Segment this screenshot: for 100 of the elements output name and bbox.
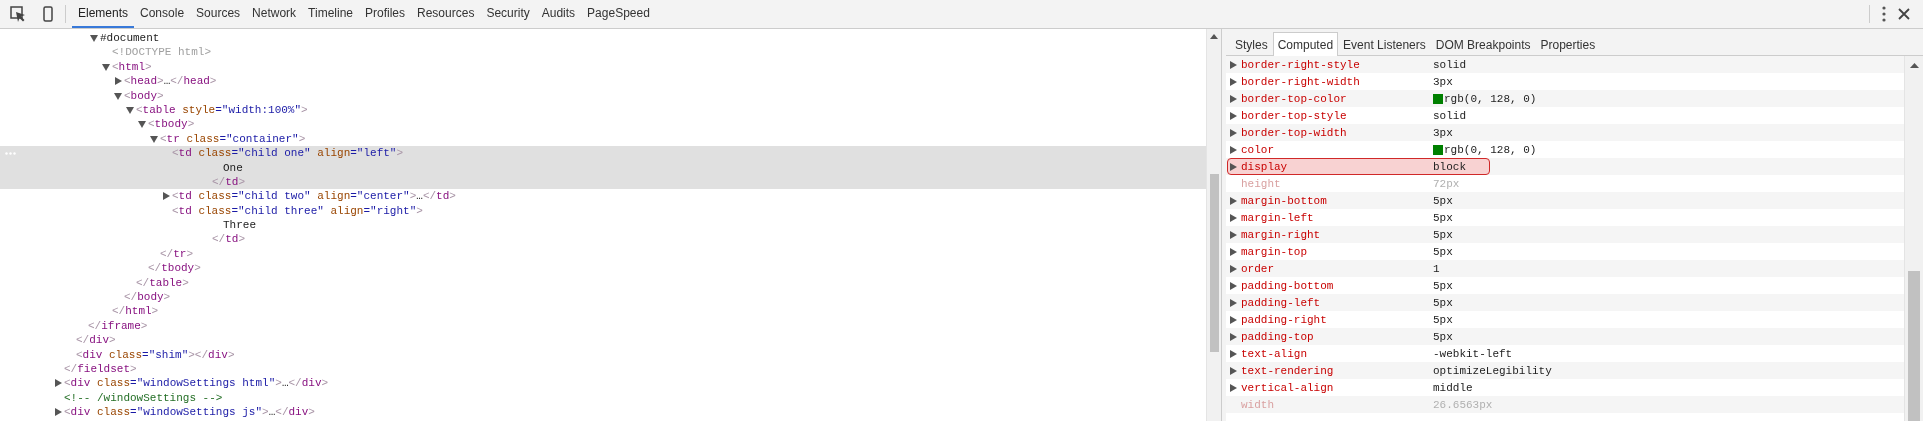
color-swatch[interactable] (1433, 144, 1443, 155)
code-line[interactable]: <td class="child two" align="center">…</td> (0, 189, 1206, 204)
collapsed-triangle-icon[interactable] (1230, 264, 1237, 273)
collapsed-triangle-icon[interactable] (162, 192, 170, 201)
code-line[interactable]: <div class="windowSettings html">…</div> (0, 376, 1206, 391)
property-value: optimizeLegibility (1433, 364, 1552, 377)
collapsed-triangle-icon[interactable] (114, 77, 122, 86)
close-icon[interactable] (1898, 8, 1910, 20)
expanded-triangle-icon[interactable] (114, 91, 122, 100)
scrollbar-thumb[interactable] (1209, 174, 1219, 352)
collapsed-triangle-icon[interactable] (1230, 94, 1237, 103)
code-line[interactable]: <!-- /windowSettings --> (0, 390, 1206, 406)
panel-tab[interactable]: Resources (411, 0, 481, 28)
collapsed-triangle-icon[interactable] (1230, 77, 1237, 86)
panel-tab[interactable]: Audits (535, 0, 582, 28)
collapsed-triangle-icon[interactable] (1230, 366, 1237, 375)
scrollbar-thumb[interactable] (1908, 271, 1920, 421)
property-row[interactable]: border-top-style solid (1226, 107, 1904, 124)
panel-tab[interactable]: Sources (190, 0, 247, 28)
code-line[interactable]: </tbody> (0, 261, 1206, 276)
code-line[interactable]: </iframe> (0, 318, 1206, 334)
property-value: 72px (1433, 177, 1460, 190)
expanded-triangle-icon[interactable] (138, 120, 146, 129)
code-line[interactable]: <head>…</head> (0, 74, 1206, 89)
collapsed-triangle-icon[interactable] (1230, 162, 1237, 171)
scroll-up-arrow-icon[interactable] (1909, 62, 1919, 69)
code-line[interactable]: </html> (0, 304, 1206, 319)
collapsed-triangle-icon[interactable] (54, 379, 62, 388)
property-row[interactable]: border-right-style solid (1226, 56, 1904, 73)
code-line[interactable]: <table style="width:100%"> (0, 102, 1206, 118)
sidebar-tab[interactable]: Properties (1535, 33, 1601, 56)
code-line[interactable]: <body> (0, 88, 1206, 103)
property-row[interactable]: padding-bottom 5px (1226, 277, 1904, 294)
property-value: 5px (1433, 228, 1453, 241)
panel-tab[interactable]: Network (246, 0, 303, 28)
collapsed-triangle-icon[interactable] (1230, 383, 1237, 392)
property-row[interactable]: text-rendering optimizeLegibility (1226, 362, 1904, 379)
collapsed-triangle-icon[interactable] (1230, 111, 1237, 120)
property-row[interactable]: text-align -webkit-left (1226, 345, 1904, 362)
panel-tab[interactable]: Profiles (359, 0, 412, 28)
panel-tab[interactable]: Timeline (302, 0, 359, 28)
expanded-triangle-icon[interactable] (150, 134, 158, 143)
property-row[interactable]: vertical-align middle (1226, 379, 1904, 396)
mobile-device-icon[interactable] (43, 6, 53, 22)
property-name: margin-right (1240, 228, 1322, 241)
collapsed-triangle-icon[interactable] (1230, 230, 1237, 239)
sidebar-tab[interactable]: Event Listeners (1338, 33, 1431, 56)
collapsed-triangle-icon[interactable] (1230, 213, 1237, 222)
collapsed-triangle-icon[interactable] (1230, 281, 1237, 290)
more-menu-icon[interactable] (1882, 6, 1886, 22)
scroll-up-arrow-icon[interactable] (1210, 33, 1218, 40)
property-row[interactable]: margin-left 5px (1226, 209, 1904, 226)
code-line[interactable]: <tbody> (0, 117, 1206, 132)
code-line[interactable]: Three (0, 218, 1206, 233)
code-line[interactable]: #document (0, 31, 1206, 46)
code-line[interactable]: </div> (0, 333, 1206, 348)
property-row[interactable]: order 1 (1226, 260, 1904, 277)
code-line[interactable]: </table> (0, 275, 1206, 291)
code-line[interactable]: </body> (0, 290, 1206, 305)
property-row[interactable]: margin-bottom 5px (1226, 192, 1904, 209)
code-line[interactable]: <html> (0, 59, 1206, 75)
collapsed-triangle-icon[interactable] (1230, 145, 1237, 154)
panel-tab[interactable]: Elements (72, 0, 135, 28)
sidebar-tab[interactable]: Computed (1272, 32, 1339, 56)
expanded-triangle-icon[interactable] (102, 62, 110, 71)
expanded-triangle-icon[interactable] (126, 105, 134, 114)
code-line[interactable]: </tr> (0, 246, 1206, 262)
code-line[interactable]: <td class="child three" align="right"> (0, 203, 1206, 219)
property-row[interactable]: border-top-width 3px (1226, 124, 1904, 141)
property-row[interactable]: border-top-color rgb(0, 128, 0) (1226, 90, 1904, 107)
color-swatch[interactable] (1433, 93, 1443, 104)
sidebar-tab[interactable]: DOM Breakpoints (1430, 33, 1536, 56)
property-row[interactable]: display block (1226, 158, 1904, 175)
code-line[interactable]: </fieldset> (0, 362, 1206, 377)
collapsed-triangle-icon[interactable] (1230, 298, 1237, 307)
collapsed-triangle-icon[interactable] (1230, 247, 1237, 256)
code-line[interactable]: <div class="windowSettings js">…</div> (0, 405, 1206, 420)
collapsed-triangle-icon[interactable] (1230, 60, 1237, 69)
panel-tab[interactable]: PageSpeed (581, 0, 656, 28)
property-row[interactable]: margin-right 5px (1226, 226, 1904, 243)
collapsed-triangle-icon[interactable] (1230, 349, 1237, 358)
code-line[interactable]: <div class="shim"></div> (0, 347, 1206, 362)
sidebar-tab[interactable]: Styles (1230, 33, 1273, 56)
code-line[interactable]: </td> (0, 232, 1206, 247)
property-row[interactable]: margin-top 5px (1226, 243, 1904, 260)
collapsed-triangle-icon[interactable] (1230, 128, 1237, 137)
property-row[interactable]: color rgb(0, 128, 0) (1226, 141, 1904, 158)
collapsed-triangle-icon[interactable] (1230, 315, 1237, 324)
expanded-triangle-icon[interactable] (90, 34, 98, 42)
property-row[interactable]: padding-left 5px (1226, 294, 1904, 311)
panel-tab[interactable]: Console (134, 0, 191, 28)
collapsed-triangle-icon[interactable] (1230, 332, 1237, 341)
collapsed-triangle-icon[interactable] (54, 408, 62, 417)
code-line[interactable]: <tr class="container"> (0, 131, 1206, 147)
collapsed-triangle-icon[interactable] (1230, 196, 1237, 205)
property-row[interactable]: padding-top 5px (1226, 328, 1904, 345)
property-row[interactable]: padding-right 5px (1226, 311, 1904, 328)
panel-tab[interactable]: Security (480, 0, 536, 28)
property-row[interactable]: border-right-width 3px (1226, 73, 1904, 90)
inspect-icon[interactable] (10, 6, 26, 22)
